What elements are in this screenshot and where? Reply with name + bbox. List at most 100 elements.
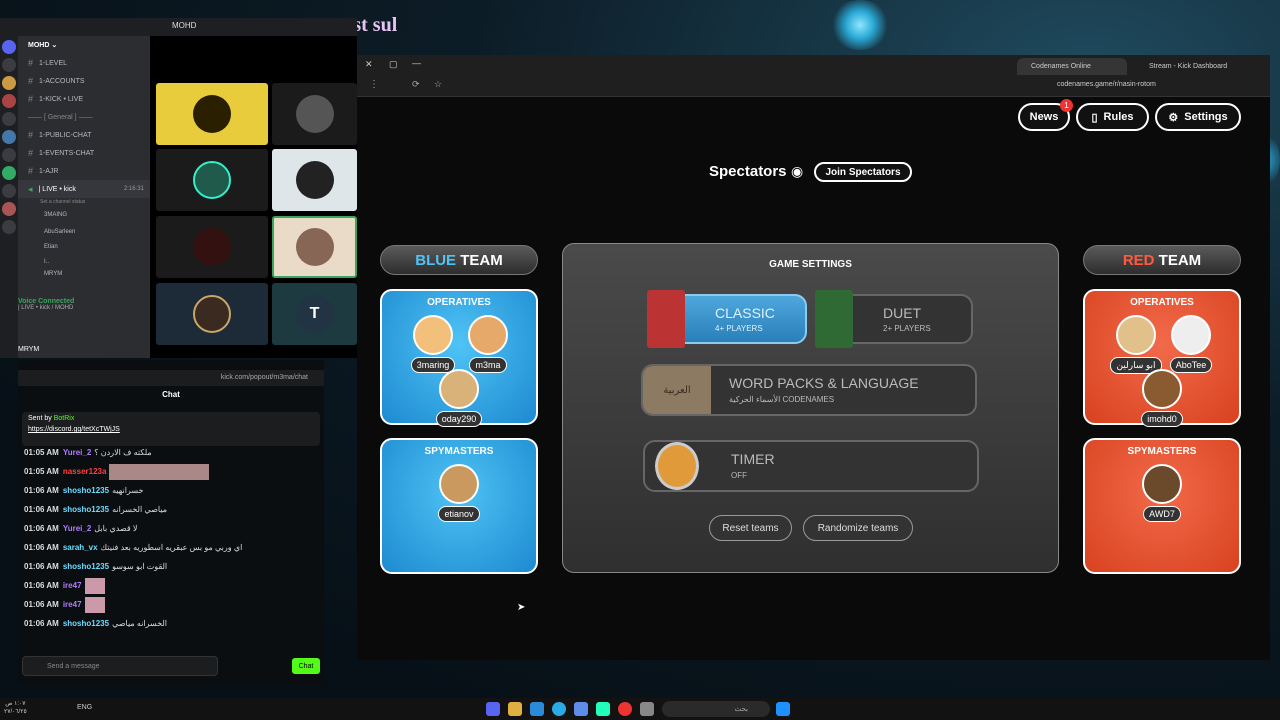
tab-codenames[interactable]: Codenames Online <box>1017 58 1127 75</box>
settings-button[interactable]: ⚙ Settings <box>1155 103 1241 131</box>
app-taskbar-icon[interactable] <box>640 702 654 716</box>
channel-item[interactable]: #1-AJR <box>18 162 150 180</box>
rules-label: Rules <box>1103 111 1134 123</box>
clock[interactable]: ١:٠٧ ص ٢٧/٠٦/٢٥ <box>4 700 27 716</box>
channel-item[interactable]: #1-ACCOUNTS <box>18 72 150 90</box>
player[interactable]: AWD7 <box>1133 464 1191 522</box>
join-spectators-button[interactable]: Join Spectators <box>814 162 912 182</box>
server-icon[interactable] <box>2 166 16 180</box>
close-icon[interactable]: ✕ <box>365 59 373 70</box>
server-list <box>0 36 18 358</box>
rules-button[interactable]: ▯ Rules <box>1076 103 1149 131</box>
msg-user[interactable]: shosho1235 <box>63 505 109 514</box>
app-taskbar-icon[interactable] <box>596 702 610 716</box>
classic-mode-option[interactable]: CLASSIC 4+ PLAYERS <box>647 290 807 348</box>
red-spymasters-panel[interactable]: SPYMASTERS AWD7 <box>1083 438 1241 574</box>
folder-taskbar-icon[interactable] <box>508 702 522 716</box>
msg-time: 01:06 AM <box>24 486 59 495</box>
voice-tile[interactable] <box>156 149 268 211</box>
taskbar-search[interactable]: بحث <box>662 701 770 717</box>
msg-user[interactable]: Yurei_2 <box>63 448 91 457</box>
channel-status-prompt[interactable]: Set a channel status <box>18 198 150 206</box>
telegram-taskbar-icon[interactable] <box>552 702 566 716</box>
voice-user[interactable]: Etian <box>18 239 150 254</box>
duet-mode-option[interactable]: DUET 2+ PLAYERS <box>815 290 973 348</box>
red-operatives-panel[interactable]: OPERATIVES ابو سارلين AboTee imohd0 <box>1083 289 1241 427</box>
voice-user[interactable]: 3MAING <box>18 206 150 224</box>
server-icon[interactable] <box>2 220 16 234</box>
channel-item[interactable]: #1-PUBLIC-CHAT <box>18 126 150 144</box>
voice-tile[interactable] <box>272 83 357 145</box>
player[interactable]: etianov <box>430 464 488 522</box>
msg-user[interactable]: ire47 <box>63 600 82 609</box>
star-icon[interactable]: ☆ <box>434 79 442 90</box>
server-name[interactable]: MOHD ⌄ <box>18 36 150 54</box>
channel-item[interactable]: #1-EVENTS-CHAT <box>18 144 150 162</box>
menu-icon[interactable]: ⋮ <box>369 79 379 90</box>
msg-user[interactable]: shosho1235 <box>63 619 109 628</box>
msg-user[interactable]: shosho1235 <box>63 562 109 571</box>
msg-user[interactable]: nasser123a <box>63 467 107 476</box>
player[interactable]: imohd0 <box>1133 369 1191 427</box>
blue-operatives-panel[interactable]: OPERATIVES 3maring m3ma oday290 <box>380 289 538 427</box>
channel-list: MOHD ⌄ #1-LEVEL #1-ACCOUNTS #1-KICK • LI… <box>18 36 150 358</box>
discord-home-icon[interactable] <box>2 40 16 54</box>
randomize-teams-button[interactable]: Randomize teams <box>803 515 913 541</box>
voice-user[interactable]: I.. <box>18 254 150 269</box>
msg-user[interactable]: shosho1235 <box>63 486 109 495</box>
pinned-link[interactable]: https://discord.gg/tetXcTWjJS <box>28 426 314 433</box>
blue-spymasters-panel[interactable]: SPYMASTERS etianov <box>380 438 538 574</box>
hash-icon: # <box>28 94 34 104</box>
server-icon[interactable] <box>2 148 16 162</box>
extensions-icon[interactable]: ⟳ <box>412 79 420 90</box>
channel-item[interactable]: #1-KICK • LIVE <box>18 90 150 108</box>
chat-address-bar[interactable]: kick.com/popout/m3ma/chat <box>18 370 324 386</box>
pinned-message[interactable]: Sent by BotRix https://discord.gg/tetXcT… <box>22 412 320 446</box>
tab-kick-dashboard[interactable]: Stream - Kick Dashboard <box>1135 58 1245 75</box>
maximize-icon[interactable]: ▢ <box>389 59 398 70</box>
voice-tile[interactable] <box>156 283 268 345</box>
server-icon[interactable] <box>2 130 16 144</box>
minimize-icon[interactable]: — <box>412 58 421 68</box>
server-icon[interactable] <box>2 94 16 108</box>
voice-channel-item[interactable]: ◂ | LIVE • kick 2:16:31 <box>18 180 150 198</box>
app-taskbar-icon[interactable] <box>574 702 588 716</box>
chat-send-button[interactable]: Chat <box>292 658 320 674</box>
player[interactable]: oday290 <box>430 369 488 427</box>
chat-message: 01:06 AM shosho1235 مياصي الخسرانه <box>18 500 324 519</box>
player[interactable]: m3ma <box>459 315 517 373</box>
timer-option[interactable]: TIMER OFF <box>643 440 979 492</box>
server-icon[interactable] <box>2 58 16 72</box>
server-icon[interactable] <box>2 184 16 198</box>
player[interactable]: 3maring <box>404 315 462 373</box>
voice-tile[interactable] <box>272 149 357 211</box>
server-icon[interactable] <box>2 202 16 216</box>
server-icon[interactable] <box>2 112 16 126</box>
url-field[interactable]: codenames.game/r/nasin-rotom <box>1057 81 1156 88</box>
channel-item[interactable]: #1-LEVEL <box>18 54 150 72</box>
word-packs-option[interactable]: العربية WORD PACKS & LANGUAGE الأسماء ال… <box>641 364 977 416</box>
chat-input[interactable]: Send a message <box>22 656 218 676</box>
chrome-taskbar-icon[interactable] <box>618 702 632 716</box>
msg-time: 01:06 AM <box>24 543 59 552</box>
voice-tile-speaking[interactable] <box>272 216 357 278</box>
server-icon[interactable] <box>2 76 16 90</box>
discord-taskbar-icon[interactable] <box>486 702 500 716</box>
msg-user[interactable]: sarah_vx <box>63 543 98 552</box>
player[interactable]: AboTee <box>1162 315 1220 373</box>
store-taskbar-icon[interactable] <box>530 702 544 716</box>
msg-user[interactable]: ire47 <box>63 581 82 590</box>
language-indicator[interactable]: ENG <box>77 704 92 711</box>
voice-user[interactable]: MRYM <box>18 269 150 279</box>
voice-tile[interactable]: T <box>272 283 357 345</box>
reset-teams-button[interactable]: Reset teams <box>709 515 792 541</box>
voice-tile[interactable] <box>156 83 268 145</box>
chat-message: 01:06 AM shosho1235 القوت ابو سوسو <box>18 557 324 576</box>
windows-start-icon[interactable] <box>776 702 790 716</box>
channel-category[interactable]: —— [ General ] —— <box>18 108 150 126</box>
msg-user[interactable]: Yurei_2 <box>63 524 91 533</box>
voice-user[interactable]: AbuSarleen <box>18 224 150 239</box>
voice-tile[interactable] <box>156 216 268 278</box>
chat-message: 01:06 AM shosho1235 الخسرانه مياصي <box>18 614 324 633</box>
player[interactable]: ابو سارلين <box>1107 315 1165 374</box>
